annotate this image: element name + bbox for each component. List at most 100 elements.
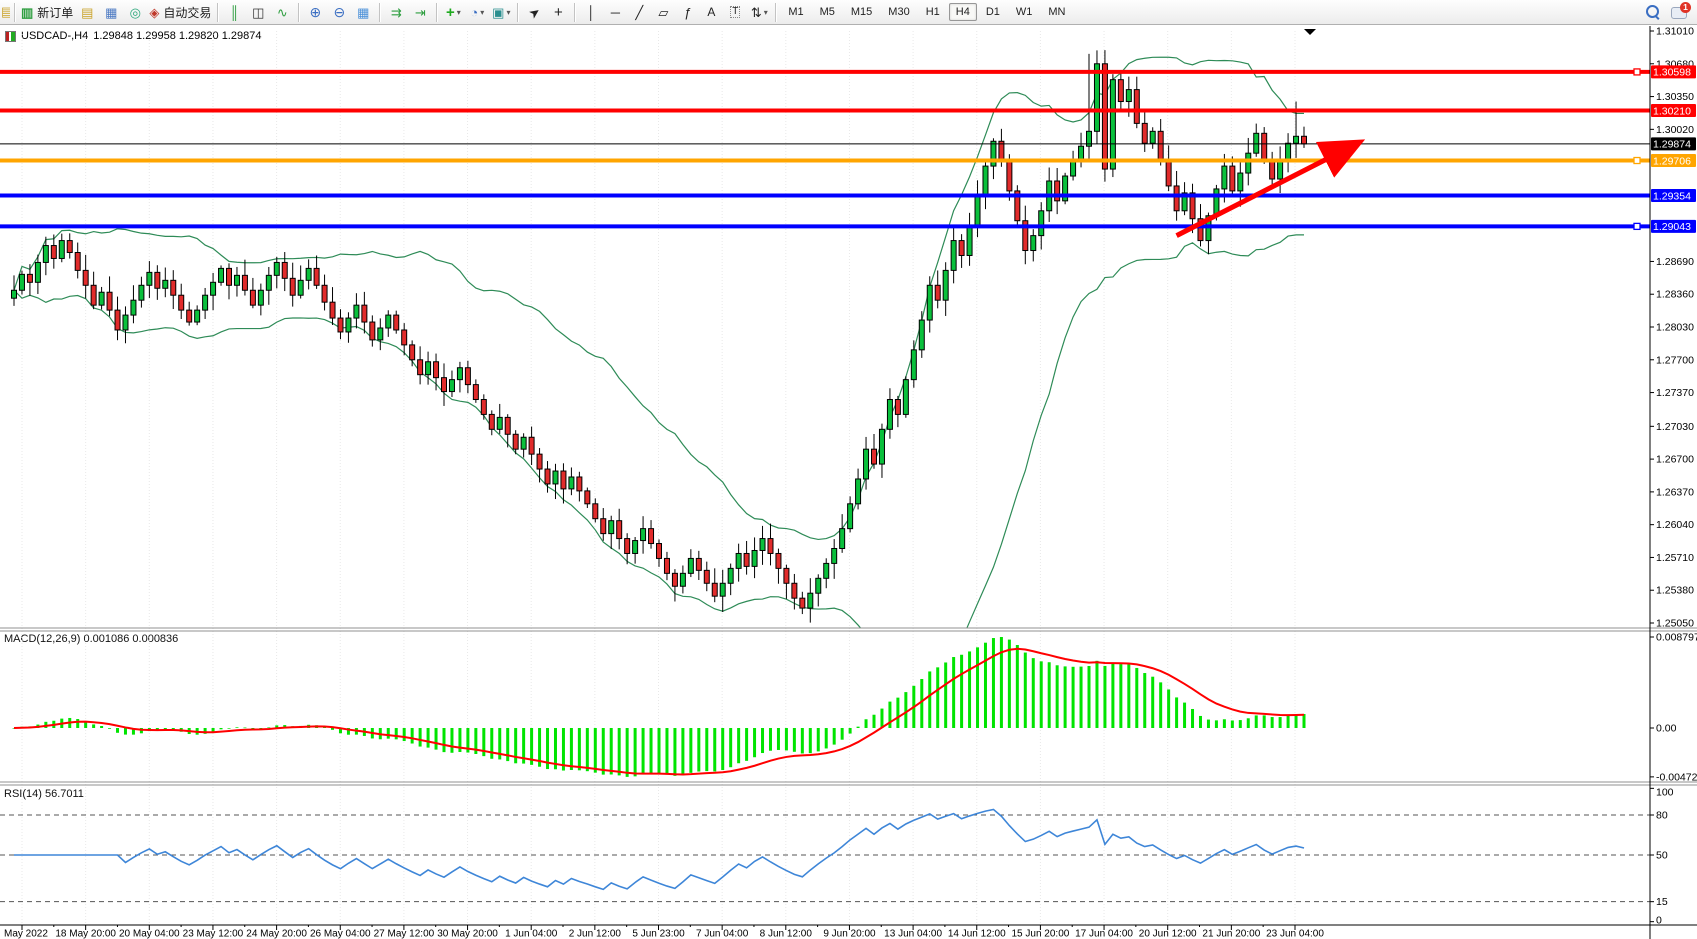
svg-text:27 May 12:00: 27 May 12:00 [374,929,435,939]
svg-text:80: 80 [1656,810,1668,822]
toolbar-trendline-button[interactable]: ╱ [627,2,651,23]
svg-text:1.28030: 1.28030 [1656,322,1694,334]
toolbar-tile-windows-button[interactable]: ▦ [351,2,375,23]
svg-text:1.29354: 1.29354 [1653,190,1691,202]
clipped-toolbar-icon: ▤ [1,2,10,23]
periods-icon: ◔ [470,6,478,19]
toolbar-crosshair-button[interactable]: + [546,2,570,23]
zoom-out-icon: ⊖ [333,5,345,19]
time-axis[interactable]: May 202218 May 20:0020 May 04:0023 May 1… [4,925,1324,939]
toolbar-zoom-out-button[interactable]: ⊖ [327,2,351,23]
toolbar-channel-button[interactable]: ▱ [651,2,675,23]
svg-text:7 Jun 04:00: 7 Jun 04:00 [696,929,749,939]
navigator-icon: ◎ [130,6,141,19]
svg-text:13 Jun 04:00: 13 Jun 04:00 [884,929,942,939]
svg-text:24 May 20:00: 24 May 20:00 [246,929,307,939]
toolbar-label-button[interactable]: T [723,2,747,23]
macd-panel [13,637,1306,777]
svg-text:1.30598: 1.30598 [1653,67,1691,79]
timeframe-m1-button[interactable]: M1 [781,3,810,21]
timeframe-mn-button[interactable]: MN [1041,3,1072,21]
toolbar-cursor-button[interactable]: ➤ [522,2,546,23]
svg-text:1.28360: 1.28360 [1656,289,1694,301]
toolbar-separator [379,3,380,22]
timeframe-h4-button[interactable]: H4 [949,3,977,21]
timeframe-w1-button[interactable]: W1 [1009,3,1040,21]
svg-text:5 Jun 23:00: 5 Jun 23:00 [632,929,685,939]
notification-badge: 1 [1680,2,1691,13]
timeframe-d1-button[interactable]: D1 [979,3,1007,21]
panel-frame [0,26,1697,939]
autotrading-label: 自动交易 [163,4,211,21]
svg-text:1.27030: 1.27030 [1656,421,1694,433]
chart-shift-marker[interactable] [1304,29,1316,35]
svg-text:1.28690: 1.28690 [1656,256,1694,268]
autotrading-icon: ◈ [149,6,159,19]
price-badge-1.30598: 1.30598 [1651,65,1696,78]
toolbar-bar-chart-button[interactable]: ║ [222,2,246,23]
chart-canvas[interactable]: 1.310101.306801.303501.300201.286901.283… [0,26,1697,939]
toolbar-auto-scroll-button[interactable]: ⇉ [384,2,408,23]
price-axis[interactable]: 1.310101.306801.303501.300201.286901.283… [1650,26,1697,927]
toolbar-arrows-button[interactable]: ⇅▾ [747,2,771,23]
toolbar-separator [436,3,437,22]
toolbar-zoom-in-button[interactable]: ⊕ [303,2,327,23]
svg-text:1.29874: 1.29874 [1653,139,1691,151]
line-handle[interactable] [1634,69,1640,75]
svg-text:0.008797: 0.008797 [1656,632,1697,644]
svg-text:0: 0 [1656,915,1662,927]
toolbar-horizontal-line-button[interactable]: ─ [603,2,627,23]
svg-text:23 May 12:00: 23 May 12:00 [183,929,244,939]
svg-text:1.26370: 1.26370 [1656,486,1694,498]
timeframe-m15-button[interactable]: M15 [844,3,879,21]
toolbar-periods-button[interactable]: ◔▾ [465,2,489,23]
svg-text:14 Jun 12:00: 14 Jun 12:00 [948,929,1006,939]
toolbar-right: 1 [1645,4,1689,20]
svg-text:1.26700: 1.26700 [1656,454,1694,466]
line-handle[interactable] [1634,223,1640,229]
svg-text:1.25710: 1.25710 [1656,552,1694,564]
toolbar-vertical-line-button[interactable]: │ [579,2,603,23]
line-chart-icon: ∿ [277,6,288,19]
toolbar-fibonacci-button[interactable]: ƒ [675,2,699,23]
timeframe-m5-button[interactable]: M5 [813,3,842,21]
search-button[interactable] [1645,4,1661,20]
bar-chart-icon: ║ [230,6,239,19]
crosshair-icon: + [554,5,563,20]
timeframe-toolbar: M1M5M15M30H1H4D1W1MN [780,3,1073,21]
indicators-icon: + [446,5,455,20]
line-handle[interactable] [1634,158,1640,164]
toolbar-separator [574,3,575,22]
svg-text:1.25050: 1.25050 [1656,618,1694,630]
toolbar-navigator-button[interactable]: ◎ [123,2,147,23]
toolbar-separator [217,3,218,22]
arrows-icon: ⇅ [751,6,762,19]
chart-shift-icon: ⇥ [415,6,426,19]
toolbar-indicators-button[interactable]: +▾ [441,2,465,23]
timeframe-h1-button[interactable]: H1 [919,3,947,21]
svg-text:1.30020: 1.30020 [1656,124,1694,136]
svg-text:17 Jun 04:00: 17 Jun 04:00 [1075,929,1133,939]
toolbar-profiles-button[interactable]: ▤ [75,2,99,23]
toolbar-chart-shift-button[interactable]: ⇥ [408,2,432,23]
toolbar-templates-button[interactable]: ▣▾ [489,2,513,23]
rsi-line [14,809,1304,889]
svg-text:2 Jun 12:00: 2 Jun 12:00 [569,929,622,939]
notifications-button[interactable]: 1 [1671,4,1689,20]
timeframe-m30-button[interactable]: M30 [881,3,916,21]
svg-text:18 May 20:00: 18 May 20:00 [55,929,116,939]
toolbar-market-watch-button[interactable]: ▦ [99,2,123,23]
trendline-icon: ╱ [635,6,643,19]
toolbar-text-button[interactable]: A [699,2,723,23]
toolbar-new-order-button[interactable]: ▥新订单 [19,2,75,23]
toolbar-candle-chart-button[interactable]: ◫ [246,2,270,23]
svg-text:1 Jun 04:00: 1 Jun 04:00 [505,929,558,939]
svg-text:30 May 20:00: 30 May 20:00 [437,929,498,939]
svg-text:15: 15 [1656,896,1668,908]
toolbar-line-chart-button[interactable]: ∿ [270,2,294,23]
toolbar-separator [14,3,15,22]
svg-text:-0.004725: -0.004725 [1656,771,1697,783]
svg-text:1.25380: 1.25380 [1656,585,1694,597]
toolbar-autotrading-button[interactable]: ◈ 自动交易 [147,2,213,23]
fibonacci-icon: ƒ [684,6,691,19]
